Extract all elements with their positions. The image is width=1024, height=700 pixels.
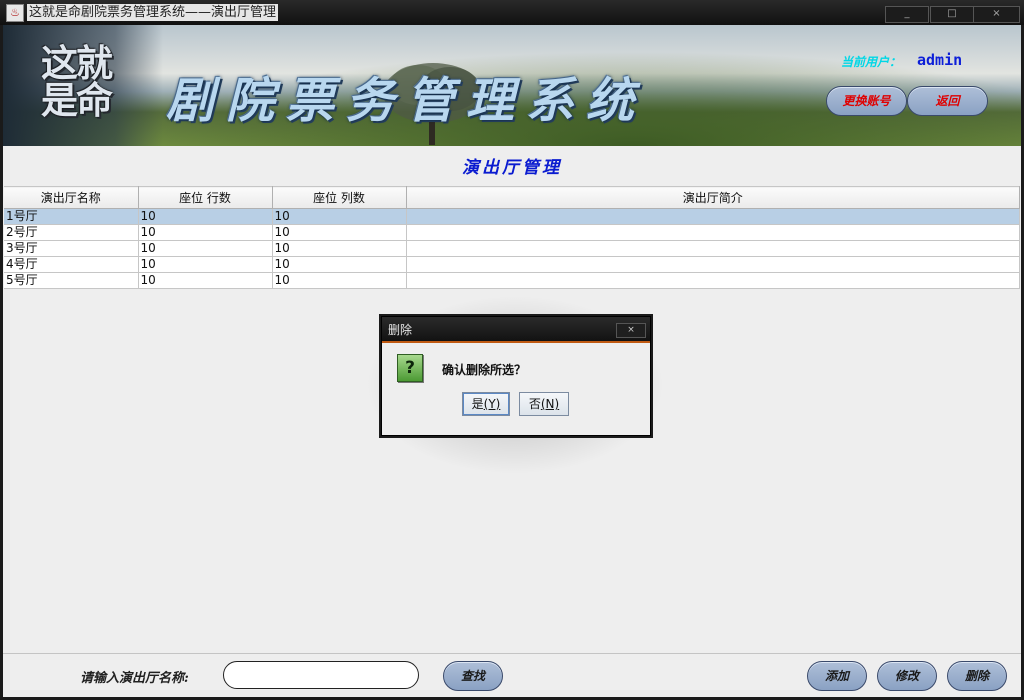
cell-hall-name[interactable]: 5号厅	[4, 272, 139, 289]
cell-seat-cols[interactable]: 10	[272, 272, 407, 289]
yes-mnemonic: (Y)	[483, 397, 501, 411]
cell-seat-rows[interactable]: 10	[138, 256, 273, 273]
footer-divider	[3, 653, 1021, 654]
search-label: 请输入演出厅名称:	[80, 671, 189, 686]
table-row[interactable]: 5号厅 10 10	[4, 272, 1020, 289]
cell-hall-name[interactable]: 4号厅	[4, 256, 139, 273]
no-button-label: 否	[528, 397, 541, 411]
page-title: 演出厅管理	[462, 158, 562, 178]
dialog-body: ? 确认删除所选？ 是(Y) 否(N)	[384, 343, 644, 431]
close-window-button[interactable]: ×	[973, 6, 1020, 23]
no-button[interactable]: 否(N)	[519, 392, 569, 416]
table-row[interactable]: 1号厅 10 10	[4, 208, 1020, 225]
window-title-bar: ♨ 这就是命剧院票务管理系统——演出厅管理 _ □ ×	[0, 0, 1024, 25]
current-user-label: 当前用户：	[841, 55, 902, 69]
hall-table[interactable]: 演出厅名称 座位 行数 座位 列数 演出厅简介 1号厅 10 10 2号厅 10…	[4, 186, 1020, 289]
dialog-title: 删除	[388, 323, 413, 337]
cell-seat-rows[interactable]: 10	[138, 208, 273, 225]
cell-seat-rows[interactable]: 10	[138, 224, 273, 241]
current-user-name: admin	[917, 51, 963, 69]
delete-confirm-dialog: 删除 × ? 确认删除所选？ 是(Y) 否(N)	[381, 316, 651, 436]
cell-hall-name[interactable]: 3号厅	[4, 240, 139, 257]
cell-seat-rows[interactable]: 10	[138, 240, 273, 257]
question-icon: ?	[397, 354, 423, 382]
hall-search-input[interactable]	[223, 661, 419, 689]
search-button[interactable]: 查找	[443, 661, 503, 691]
table-row[interactable]: 3号厅 10 10	[4, 240, 1020, 257]
main-frame: 这就是命 剧院票务管理系统 当前用户： admin 更换账号 返回 演出厅管理 …	[3, 25, 1021, 697]
cell-hall-intro[interactable]	[406, 256, 1020, 273]
column-header-cols[interactable]: 座位 列数	[272, 186, 407, 209]
dialog-close-button[interactable]: ×	[616, 323, 646, 338]
window-title: 这就是命剧院票务管理系统——演出厅管理	[27, 4, 279, 21]
system-title: 剧院票务管理系统	[166, 73, 647, 129]
edit-button[interactable]: 修改	[877, 661, 937, 691]
switch-account-button[interactable]: 更换账号	[826, 86, 907, 116]
column-header-rows[interactable]: 座位 行数	[138, 186, 273, 209]
yes-button[interactable]: 是(Y)	[462, 392, 510, 416]
table-row[interactable]: 4号厅 10 10	[4, 256, 1020, 273]
table-row[interactable]: 2号厅 10 10	[4, 224, 1020, 241]
column-header-name[interactable]: 演出厅名称	[4, 186, 139, 209]
brand-logo: 这就是命	[41, 41, 113, 122]
table-header-row: 演出厅名称 座位 行数 座位 列数 演出厅简介	[4, 186, 1020, 209]
java-app-icon: ♨	[6, 4, 24, 22]
add-button[interactable]: 添加	[807, 661, 867, 691]
cell-hall-intro[interactable]	[406, 224, 1020, 241]
column-header-intro[interactable]: 演出厅简介	[406, 186, 1020, 209]
cell-seat-rows[interactable]: 10	[138, 272, 273, 289]
header-banner: 这就是命 剧院票务管理系统 当前用户： admin 更换账号 返回	[3, 25, 1021, 146]
dialog-message: 确认删除所选？	[442, 363, 527, 377]
cell-hall-intro[interactable]	[406, 272, 1020, 289]
cell-hall-name[interactable]: 2号厅	[4, 224, 139, 241]
cell-seat-cols[interactable]: 10	[272, 224, 407, 241]
cell-seat-cols[interactable]: 10	[272, 208, 407, 225]
yes-button-label: 是	[471, 397, 484, 411]
dialog-title-bar[interactable]: 删除 ×	[382, 317, 650, 343]
no-mnemonic: (N)	[540, 397, 560, 411]
minimize-button[interactable]: _	[885, 6, 929, 23]
delete-button[interactable]: 删除	[947, 661, 1007, 691]
back-button[interactable]: 返回	[907, 86, 988, 116]
cell-seat-cols[interactable]: 10	[272, 240, 407, 257]
cell-hall-intro[interactable]	[406, 240, 1020, 257]
cell-seat-cols[interactable]: 10	[272, 256, 407, 273]
maximize-button[interactable]: □	[930, 6, 974, 23]
cell-hall-name[interactable]: 1号厅	[4, 208, 139, 225]
cell-hall-intro[interactable]	[406, 208, 1020, 225]
